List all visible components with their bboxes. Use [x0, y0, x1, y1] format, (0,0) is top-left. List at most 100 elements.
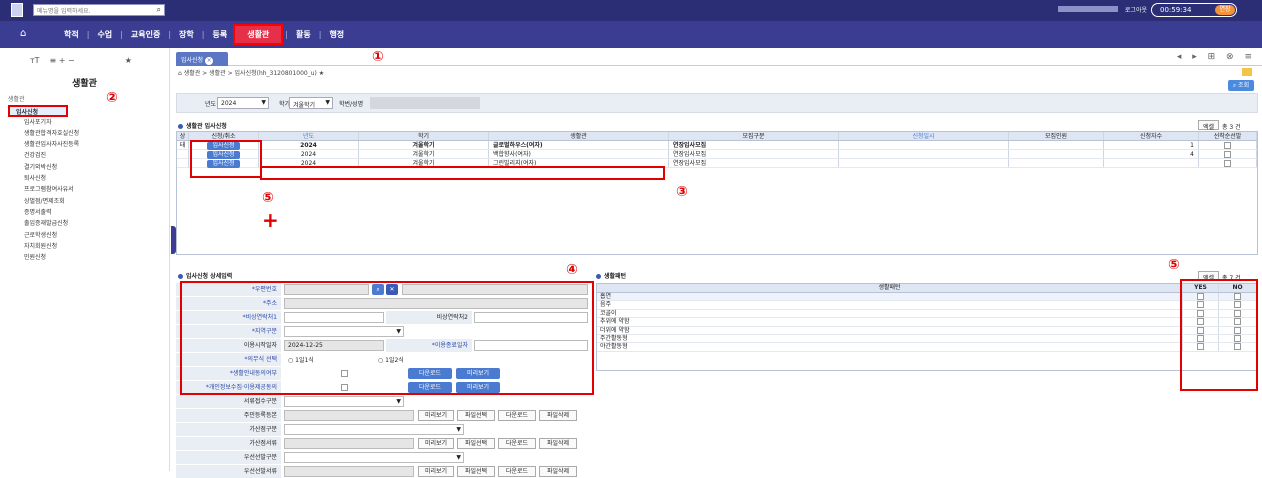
sidebar-item-apply[interactable]: 입사신청: [8, 105, 68, 117]
star-icon[interactable]: ★: [319, 70, 324, 77]
list-item[interactable]: 흡연: [597, 293, 1257, 302]
col-firstcome: 선착순선발: [1199, 132, 1257, 140]
chevron-down-icon: ▼: [261, 99, 266, 106]
term-select[interactable]: 겨울학기 ▼: [289, 97, 333, 109]
grid1-excel-button[interactable]: 엑셀: [1198, 120, 1220, 131]
bonus-file-delete-button[interactable]: 파일삭제: [539, 438, 577, 449]
timer-value: 00:59:34: [1160, 6, 1192, 14]
tab-apply[interactable]: 입사신청 ×: [176, 52, 228, 66]
sidebar-item[interactable]: 생활관합격자호실신청: [8, 128, 79, 139]
bullet-icon: [596, 274, 601, 279]
col-year: 년도: [259, 132, 359, 140]
cell-count: 1: [1104, 141, 1199, 149]
sidebar-title: 생활관: [72, 79, 97, 89]
font-size-icon[interactable]: ᴛT: [30, 56, 40, 65]
firstcome-checkbox: [1224, 160, 1231, 167]
home-icon[interactable]: ⌂: [20, 28, 26, 39]
nav-item-class[interactable]: 수업: [91, 29, 118, 40]
col-pattern: 생활패턴: [597, 284, 1183, 292]
resident-preview-button[interactable]: 미리보기: [418, 410, 454, 421]
priority-type-select[interactable]: ▼: [284, 452, 464, 463]
search-button[interactable]: ⌕ 조회: [1228, 80, 1254, 91]
menu-icon[interactable]: ≡ + −: [50, 56, 75, 65]
extend-button[interactable]: 연장: [1215, 5, 1235, 15]
logout-link[interactable]: 로그아웃: [1125, 5, 1147, 14]
nav-item-admin[interactable]: 행정: [323, 29, 350, 40]
doc-type-select[interactable]: ▼: [284, 396, 404, 407]
nav-item-dormitory[interactable]: 생활관: [233, 24, 284, 45]
resident-file-select-button[interactable]: 파일선택: [457, 410, 495, 421]
col-date: 신청일시: [839, 132, 1009, 140]
sidebar-item[interactable]: 프로그램참여사유서: [8, 184, 79, 195]
sidebar-item[interactable]: 근로학생신청: [8, 230, 79, 241]
list-item[interactable]: 더위에 약함: [597, 326, 1257, 335]
sidebar-item[interactable]: 상벌점/면제조회: [8, 196, 79, 207]
nav-item-activity[interactable]: 활동: [290, 29, 317, 40]
priority-preview-button[interactable]: 미리보기: [418, 466, 454, 477]
sidebar-tools: ᴛT ≡ + − ★: [0, 48, 169, 72]
col-hall: 생활관: [489, 132, 669, 140]
nav-item-scholarship[interactable]: 장학: [173, 29, 200, 40]
favorite-icon[interactable]: ★: [125, 56, 132, 65]
menu-search-input[interactable]: 메뉴명을 입력하세요. ⌕: [33, 4, 165, 16]
list-item[interactable]: 코골이: [597, 309, 1257, 319]
list-item[interactable]: 음주: [597, 301, 1257, 310]
priority-file-delete-button[interactable]: 파일삭제: [539, 466, 577, 477]
lifestyle-grid: 생활패턴 YES NO 흡연 음주 코골이 추위에 약함 더위에 약함 주간활동…: [596, 283, 1258, 371]
pattern-label: 추위에 약함: [597, 318, 1183, 326]
resident-file-input[interactable]: [284, 410, 414, 421]
annotation-2: ②: [106, 90, 118, 106]
cell-hall: 글로벌하우스(여자): [489, 141, 669, 149]
list-item[interactable]: 야간활동형: [597, 343, 1257, 352]
pattern-label: 흡연: [597, 293, 1183, 301]
sidebar-item[interactable]: 자치회원신청: [8, 241, 79, 252]
list-item[interactable]: 주간활동형: [597, 334, 1257, 344]
window-controls-icon[interactable]: ◂ ▸ ⊞ ⊗ ≡: [1177, 52, 1256, 62]
grid1-title-text: 생활관 입사신청: [186, 123, 227, 130]
cell-year: 2024: [259, 141, 359, 149]
annotation-3: ③: [676, 184, 688, 200]
grid1-title: 생활관 입사신청: [178, 121, 227, 130]
sidebar-item[interactable]: 건강검진: [8, 150, 79, 161]
bonus-download-button[interactable]: 다운로드: [498, 438, 536, 449]
breadcrumb-text: 생활관 > 생활관 > 입사신청(hh_3120801000_u): [183, 70, 317, 77]
search-icon[interactable]: ⌕: [157, 5, 161, 15]
user-info: [972, 5, 1122, 15]
term-value: 겨울학기: [293, 102, 316, 109]
priority-download-button[interactable]: 다운로드: [498, 466, 536, 477]
priority-file-input[interactable]: [284, 466, 414, 477]
table-row[interactable]: 입사신청 2024 겨울학기 백합향사(여자) 연장입사모집 4: [177, 150, 1257, 159]
bonus-preview-button[interactable]: 미리보기: [418, 438, 454, 449]
sidebar-item[interactable]: 증명서출력: [8, 207, 79, 218]
bonus-file-select-button[interactable]: 파일선택: [457, 438, 495, 449]
pattern-label: 야간활동형: [597, 343, 1183, 351]
priority-file-select-button[interactable]: 파일선택: [457, 466, 495, 477]
logo[interactable]: [11, 3, 23, 17]
list-item[interactable]: 추위에 약함: [597, 318, 1257, 327]
cell-count: [1104, 159, 1199, 167]
sidebar-item[interactable]: 민원신청: [8, 252, 79, 263]
resident-download-button[interactable]: 다운로드: [498, 410, 536, 421]
sidebar-item[interactable]: 퇴사신청: [8, 173, 79, 184]
nav-item-academic[interactable]: 학적: [58, 29, 85, 40]
table-row[interactable]: 입사신청 2024 겨울학기 글로벌하우스(여자) 연장입사모집 1: [177, 141, 1257, 150]
user-name-blurred: [1058, 5, 1118, 12]
form-title-text: 입사신청 상세입력: [186, 273, 233, 280]
resident-label: 주민등록등본: [176, 409, 281, 422]
folder-icon[interactable]: [1242, 68, 1252, 76]
col-capacity: 모집인원: [1009, 132, 1104, 140]
cell-count: 4: [1104, 150, 1199, 158]
bonus-file-input[interactable]: [284, 438, 414, 449]
nav-item-registration[interactable]: 등록: [206, 29, 233, 40]
year-select[interactable]: 2024 ▼: [217, 97, 269, 109]
resident-file-delete-button[interactable]: 파일삭제: [539, 410, 577, 421]
sidebar-item[interactable]: 출입증재발급신청: [8, 218, 79, 229]
bonus-type-select[interactable]: ▼: [284, 424, 464, 435]
cell-type: 연장입사모집: [669, 150, 839, 158]
close-icon[interactable]: ×: [205, 57, 214, 65]
application-grid: 상태 신청/취소 년도 학기 생활관 모집구분 신청일시 모집인원 신청자수 선…: [176, 131, 1258, 255]
sidebar-item[interactable]: 생활관입사자사진등록: [8, 139, 79, 150]
nav-item-certification[interactable]: 교육인증: [125, 29, 166, 40]
sidebar-root[interactable]: 생활관: [8, 94, 79, 105]
sidebar-item[interactable]: 결기외박신청: [8, 162, 79, 173]
